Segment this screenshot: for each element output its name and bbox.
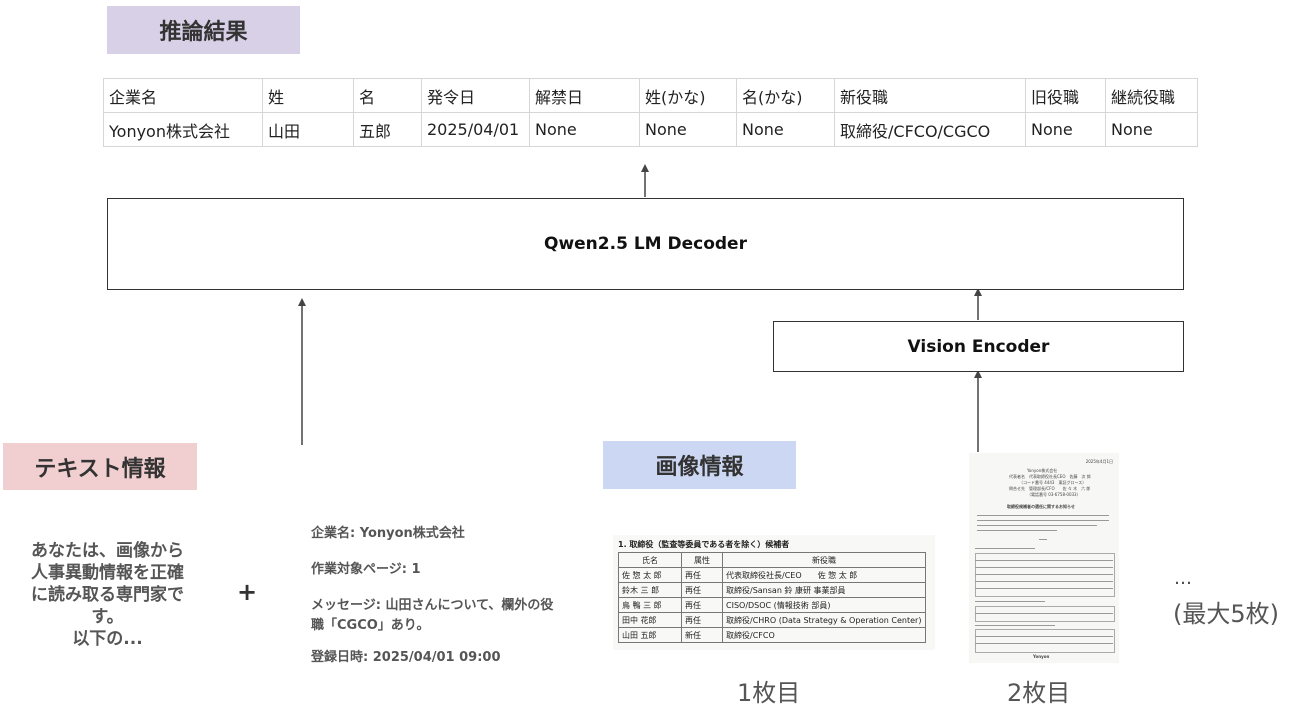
doc1-cell: 再任 — [681, 597, 723, 613]
max-images-label: (最大5枚) — [1173, 600, 1279, 628]
document-image-2: 2025年4月1日 Yonyon株式会社 代表者名 代表取締役社長CEO 佐藤 … — [969, 453, 1119, 663]
doc2-text-line — [975, 601, 1045, 602]
doc1-row: 鳥 鴨 三 郎 再任 CISO/DSOC (情報技術 部員) — [618, 597, 926, 613]
doc2-table-line — [975, 567, 1113, 568]
doc2-text-line — [977, 515, 1109, 516]
doc1-cell: 取締役/Sansan 鈴 康研 事業部員 — [722, 582, 926, 598]
doc1-row: 山田 五郎 新任 取締役/CFCO — [618, 627, 926, 643]
doc1-cell: 取締役/CHRO (Data Strategy & Operation Cent… — [722, 612, 926, 628]
doc2-table-line — [975, 636, 1113, 637]
doc2-heading: 取締役候補者の選任に関するお知らせ — [1007, 504, 1075, 509]
doc1-header-row: 氏名 属性 新役職 — [618, 552, 926, 568]
doc1-row: 佐 惣 太 郎 再任 代表取締役社長/CEO 佐 惣 太 郎 — [618, 567, 926, 583]
doc1-row: 鈴木 三 郎 再任 取締役/Sansan 鈴 康研 事業部員 — [618, 582, 926, 598]
doc2-table-line — [975, 560, 1113, 561]
doc1-cell: CISO/DSOC (情報技術 部員) — [722, 597, 926, 613]
doc1-header-name: 氏名 — [618, 552, 682, 568]
doc2-date: 2025年4月1日 — [1085, 459, 1113, 464]
doc2-phone: （電話番号 03-6758-0033） — [1027, 492, 1081, 497]
doc2-text-line — [975, 625, 1055, 626]
text-prompt-line: 以下の... — [72, 629, 143, 649]
meta-message: メッセージ: 山田さんについて、欄外の役職「CGCO」あり。 — [311, 598, 554, 633]
text-prompt: あなたは、画像から 人事異動情報を正確 に読み取る専門家で す。 以下の... — [10, 540, 205, 650]
doc1-header-position: 新役職 — [722, 552, 926, 568]
doc1-header-attr: 属性 — [681, 552, 723, 568]
doc1-cell: 新任 — [681, 627, 723, 643]
meta-page: 作業対象ページ: 1 — [311, 562, 421, 577]
document-image-1: 1. 取締役（監査等委員である者を除く）候補者 氏名 属性 新役職 佐 惣 太 … — [613, 535, 935, 650]
doc1-cell: 取締役/CFCO — [722, 627, 926, 643]
caption-image-1: 1枚目 — [737, 679, 801, 707]
vision-encoder-label: Vision Encoder — [907, 336, 1050, 357]
doc1-cell: 再任 — [681, 567, 723, 583]
more-ellipsis: … — [1174, 568, 1192, 589]
text-prompt-line: あなたは、画像から — [31, 541, 184, 561]
lm-decoder-label: Qwen2.5 LM Decoder — [544, 234, 747, 254]
plus-sign: + — [237, 578, 258, 606]
meta-company: 企業名: Yonyon株式会社 — [311, 526, 465, 541]
text-prompt-line: に読み取る専門家で — [31, 585, 184, 605]
doc2-text-line — [1039, 539, 1047, 540]
vision-encoder-box: Vision Encoder — [773, 321, 1184, 372]
doc2-table-line — [975, 581, 1113, 582]
doc2-text-line — [977, 525, 1097, 526]
doc2-text-line — [977, 530, 1057, 531]
doc1-cell: 山田 五郎 — [618, 627, 682, 643]
doc1-cell: 代表取締役社長/CEO 佐 惣 太 郎 — [722, 567, 926, 583]
doc2-table-3 — [975, 629, 1115, 653]
doc1-cell: 再任 — [681, 612, 723, 628]
doc1-cell: 田中 花郎 — [618, 612, 682, 628]
doc1-cell: 佐 惣 太 郎 — [618, 567, 682, 583]
doc2-table-line — [975, 588, 1113, 589]
doc2-table-2 — [975, 606, 1115, 622]
doc1-cell: 鈴木 三 郎 — [618, 582, 682, 598]
doc2-text-line — [977, 520, 1109, 521]
doc1-title: 1. 取締役（監査等委員である者を除く）候補者 — [618, 540, 790, 549]
doc2-table-line — [975, 613, 1113, 614]
doc2-table-line — [975, 643, 1113, 644]
doc2-text-line — [975, 548, 1035, 549]
doc1-table: 氏名 属性 新役職 佐 惣 太 郎 再任 代表取締役社長/CEO 佐 惣 太 郎… — [618, 552, 926, 643]
meta-registered: 登録日時: 2025/04/01 09:00 — [311, 650, 501, 665]
doc2-footer: Yonyon — [1033, 654, 1050, 659]
text-prompt-line: 人事異動情報を正確 — [31, 563, 184, 583]
lm-decoder-box: Qwen2.5 LM Decoder — [107, 198, 1184, 290]
doc1-row: 田中 花郎 再任 取締役/CHRO (Data Strategy & Opera… — [618, 612, 926, 628]
doc1-cell: 再任 — [681, 582, 723, 598]
doc2-table-line — [975, 574, 1113, 575]
text-prompt-line: す。 — [91, 607, 124, 627]
doc1-cell: 鳥 鴨 三 郎 — [618, 597, 682, 613]
caption-image-2: 2枚目 — [1007, 679, 1071, 707]
